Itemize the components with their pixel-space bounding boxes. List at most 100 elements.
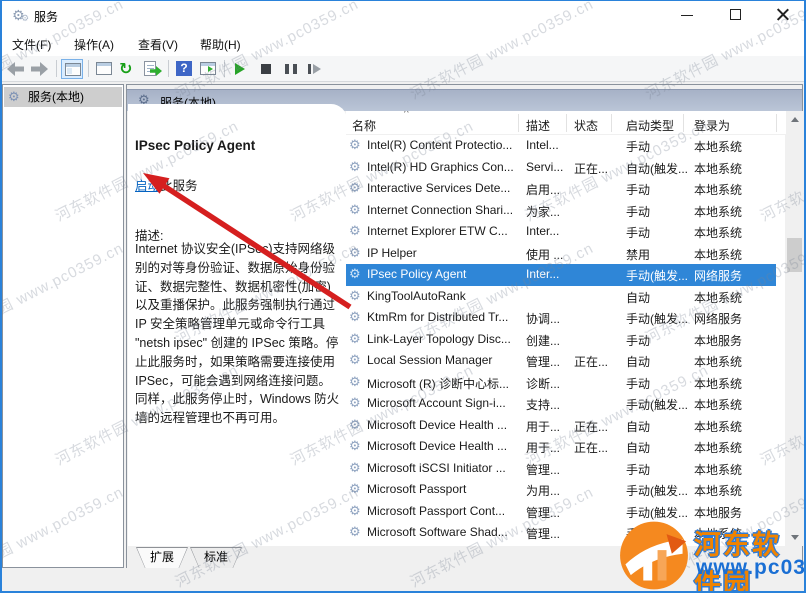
table-row[interactable]: ⚙IP Helper使用 ...禁用本地系统 — [346, 243, 776, 265]
table-row[interactable]: ⚙Microsoft (R) 诊断中心标...诊断...手动本地系统 — [346, 372, 776, 394]
scroll-down-button[interactable] — [786, 529, 803, 546]
services-table: ^ 名称 描述 状态 启动类型 登录为 ⚙Intel(R) Content Pr… — [346, 111, 786, 546]
cell-startup: 禁用 — [626, 246, 690, 263]
tab-standard[interactable]: 标准 — [190, 547, 242, 568]
service-gear-icon: ⚙ — [349, 245, 361, 261]
table-row[interactable]: ⚙Microsoft Software Shad...管理...手动本地系统 — [346, 522, 776, 544]
table-row[interactable]: ⚙Microsoft iSCSI Initiator ...管理...手动本地系… — [346, 458, 776, 480]
services-window: ⚙⚙ 服务 文件(F) 操作(A) 查看(V) 帮助(H) ↻ — [0, 0, 806, 593]
restart-service-button[interactable] — [303, 59, 325, 79]
cell-name: IP Helper — [367, 246, 517, 260]
table-row[interactable]: ⚙Microsoft Device Health ...用于...正在...自动… — [346, 436, 776, 458]
toolbar-separator — [56, 60, 57, 77]
cell-startup: 手动(触发... — [626, 504, 690, 521]
help-button[interactable]: ? — [173, 59, 195, 79]
column-divider[interactable] — [518, 114, 519, 132]
maximize-button[interactable] — [719, 0, 753, 30]
table-row[interactable]: ⚙Interactive Services Dete...启用...手动本地系统 — [346, 178, 776, 200]
table-row[interactable]: ⚙Internet Explorer ETW C...Inter...手动本地系… — [346, 221, 776, 243]
cell-desc: 管理... — [526, 353, 570, 370]
cell-startup: 手动 — [626, 525, 690, 542]
cell-desc: 管理... — [526, 461, 570, 478]
cell-desc: 为用... — [526, 482, 570, 499]
cell-startup: 手动 — [626, 224, 690, 241]
properties-button[interactable] — [93, 59, 115, 79]
table-row[interactable]: ⚙Intel(R) HD Graphics Con...Servi...正在..… — [346, 157, 776, 179]
table-row[interactable]: ⚙IPsec Policy AgentInter...手动(触发...网络服务 — [346, 264, 776, 286]
export-list-button[interactable] — [141, 59, 163, 79]
toolbar-separator — [168, 60, 169, 77]
cell-name: Microsoft Device Health ... — [367, 418, 517, 432]
start-service-link[interactable]: 启动 — [135, 179, 160, 193]
menu-help[interactable]: 帮助(H) — [200, 36, 241, 53]
cell-desc: 诊断... — [526, 375, 570, 392]
close-icon — [777, 8, 789, 20]
scroll-up-button[interactable] — [786, 111, 803, 128]
service-gear-icon: ⚙ — [8, 87, 20, 107]
stop-icon — [261, 64, 271, 74]
cell-desc: 创建... — [526, 332, 570, 349]
service-gear-icon: ⚙ — [349, 417, 361, 433]
table-row[interactable]: ⚙Local Session Manager管理...正在...自动本地系统 — [346, 350, 776, 372]
refresh-button[interactable]: ↻ — [117, 59, 139, 79]
forward-button[interactable] — [29, 59, 51, 79]
menu-file[interactable]: 文件(F) — [12, 36, 51, 53]
table-row[interactable]: ⚙KtmRm for Distributed Tr...协调...手动(触发..… — [346, 307, 776, 329]
table-row[interactable]: ⚙Microsoft Account Sign-i...支持...手动(触发..… — [346, 393, 776, 415]
back-button[interactable] — [5, 59, 27, 79]
stop-service-button[interactable] — [255, 59, 277, 79]
col-header-name[interactable]: 名称 — [352, 117, 376, 134]
col-header-logon-as[interactable]: 登录为 — [694, 117, 730, 134]
console-tree-icon — [65, 63, 81, 76]
service-action-line: 启动此服务 — [135, 175, 198, 194]
menu-view[interactable]: 查看(V) — [138, 36, 178, 53]
view-tabstrip: 扩展 标准 — [127, 546, 802, 568]
refresh-icon: ↻ — [119, 59, 132, 79]
tab-extended[interactable]: 扩展 — [136, 547, 188, 568]
export-arrow-icon — [150, 66, 162, 76]
titlebar: ⚙⚙ 服务 — [0, 0, 806, 30]
column-divider[interactable] — [566, 114, 567, 132]
extended-view-icon — [200, 62, 216, 75]
menu-action[interactable]: 操作(A) — [74, 36, 114, 53]
cell-logon: 网络服务 — [694, 267, 774, 284]
table-row[interactable]: ⚙Internet Connection Shari...为家...手动本地系统 — [346, 200, 776, 222]
table-header: ^ 名称 描述 状态 启动类型 登录为 — [346, 111, 786, 135]
table-row[interactable]: ⚙Microsoft Device Health ...用于...正在...自动… — [346, 415, 776, 437]
col-header-status[interactable]: 状态 — [574, 117, 598, 134]
cell-startup: 手动 — [626, 461, 690, 478]
pause-service-button[interactable] — [280, 59, 302, 79]
start-service-button[interactable] — [230, 59, 252, 79]
table-row[interactable]: ⚙KingToolAutoRank自动本地系统 — [346, 286, 776, 308]
column-divider[interactable] — [611, 114, 612, 132]
column-divider[interactable] — [683, 114, 684, 132]
extended-view-button[interactable] — [197, 59, 219, 79]
show-console-tree-button[interactable] — [61, 59, 83, 79]
scrollbar-thumb[interactable] — [787, 238, 802, 272]
cell-logon: 本地系统 — [694, 396, 774, 413]
table-row[interactable]: ⚙Microsoft Passport为用...手动(触发...本地系统 — [346, 479, 776, 501]
toolbar-separator — [224, 60, 225, 77]
cell-status: 正在... — [574, 160, 622, 177]
table-row[interactable]: ⚙Link-Layer Topology Disc...创建...手动本地服务 — [346, 329, 776, 351]
tree-item-services-local[interactable]: ⚙ 服务(本地) — [4, 87, 122, 107]
col-header-startup-type[interactable]: 启动类型 — [626, 117, 674, 134]
pause-icon — [285, 64, 297, 74]
service-gear-icon: ⚙ — [349, 374, 361, 390]
minimize-icon — [681, 15, 693, 16]
column-divider[interactable] — [776, 114, 777, 132]
cell-desc: Inter... — [526, 267, 570, 281]
cell-desc: 为家... — [526, 203, 570, 220]
cell-logon: 本地系统 — [694, 138, 774, 155]
cell-logon: 网络服务 — [694, 310, 774, 327]
cell-desc: 协调... — [526, 310, 570, 327]
service-details-content: IPsec Policy Agent 启动此服务 描述: Internet 协议… — [128, 104, 347, 546]
col-header-description[interactable]: 描述 — [526, 117, 550, 134]
cell-startup: 自动(触发... — [626, 160, 690, 177]
table-row[interactable]: ⚙Intel(R) Content Protectio...Intel...手动… — [346, 135, 776, 157]
table-row[interactable]: ⚙Microsoft Passport Cont...管理...手动(触发...… — [346, 501, 776, 523]
minimize-button[interactable] — [670, 0, 704, 30]
status-bar — [2, 570, 802, 591]
close-button[interactable] — [766, 0, 800, 30]
vertical-scrollbar[interactable] — [786, 111, 803, 546]
